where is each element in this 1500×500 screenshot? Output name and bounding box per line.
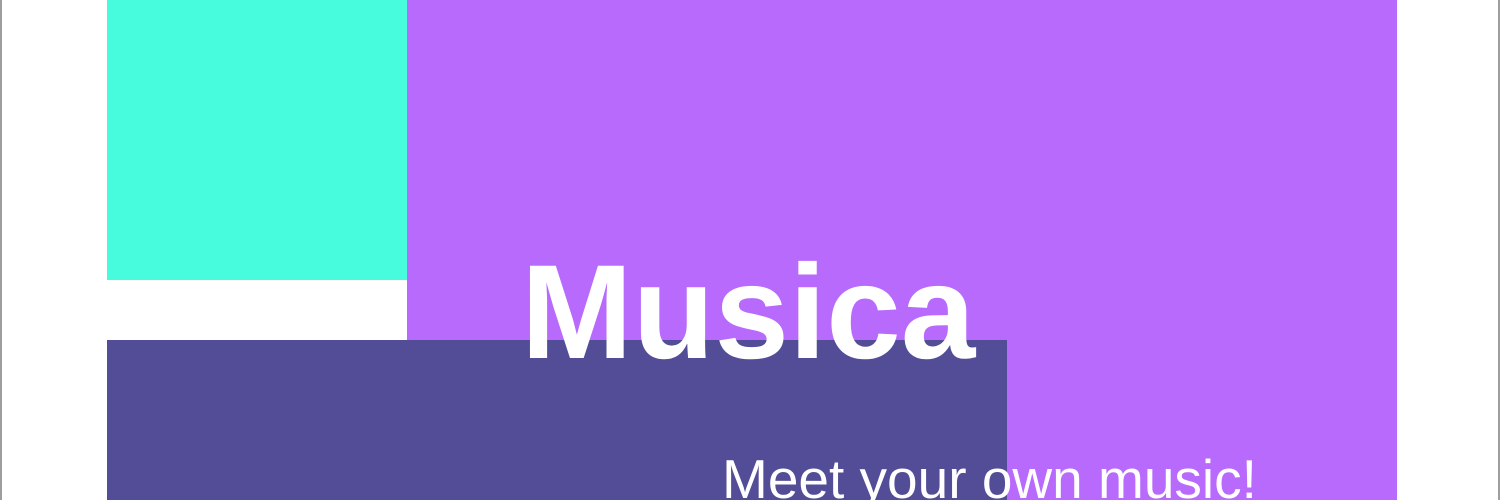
banner-title: Musica [521, 238, 976, 387]
teal-block [107, 0, 407, 280]
banner-tagline: Meet your own music! [722, 448, 1257, 500]
banner-canvas: Musica Meet your own music! [0, 0, 1500, 500]
